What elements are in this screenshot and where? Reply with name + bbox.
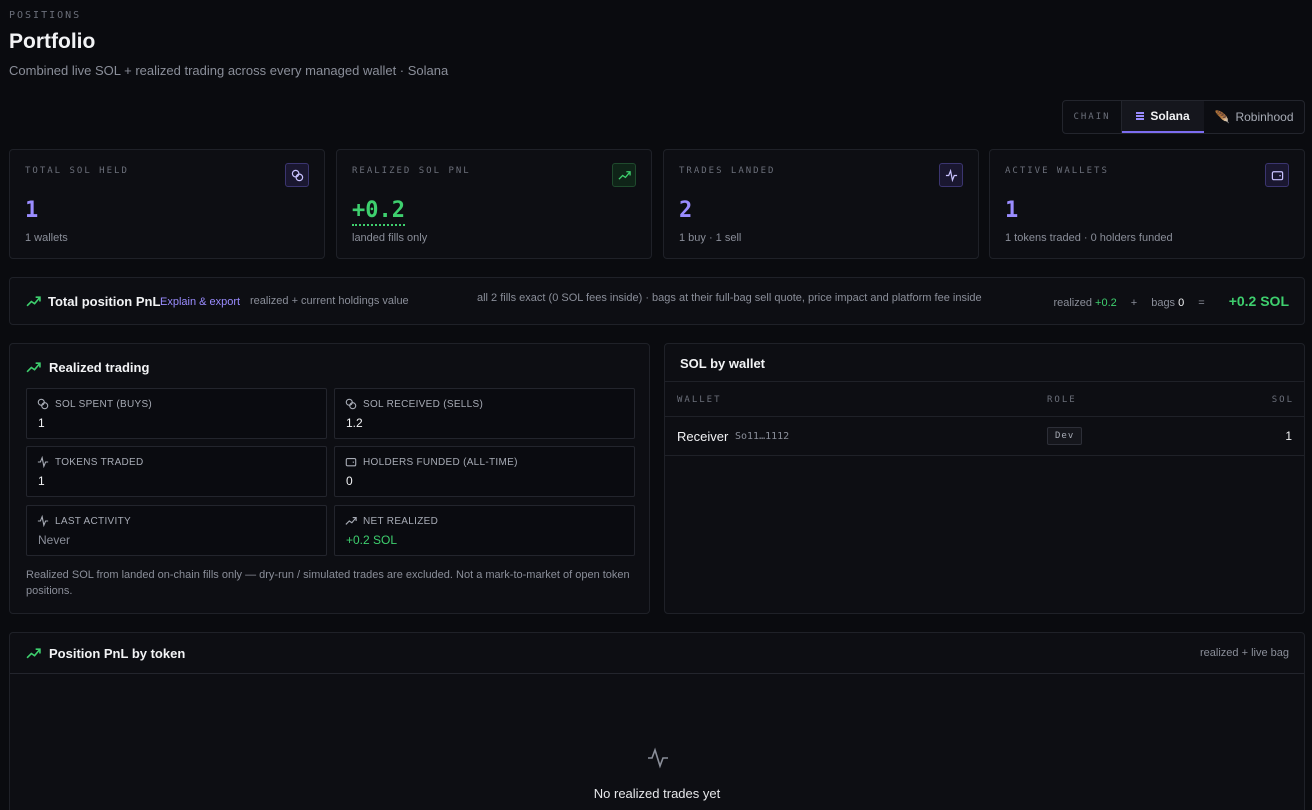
stat-label: REALIZED SOL PNL	[352, 166, 471, 176]
metric-sol-spent: SOL SPENT (BUYS) 1	[26, 388, 327, 439]
coins-icon	[285, 163, 309, 187]
stat-value: 2	[679, 198, 693, 223]
metric-label: SOL RECEIVED (SELLS)	[345, 398, 483, 410]
metric-holders-funded: HOLDERS FUNDED (ALL-TIME) 0	[334, 446, 635, 497]
trending-up-icon	[26, 648, 41, 659]
section-hint: realized + live bag	[1200, 647, 1289, 659]
metric-last-activity: LAST ACTIVITY Never	[26, 505, 327, 556]
chain-option-label: Robinhood	[1235, 110, 1294, 124]
stat-sub: 1 buy · 1 sell	[679, 232, 742, 244]
wallet-name: Receiver	[677, 429, 729, 444]
section-header: Realized trading	[26, 360, 149, 375]
plus-sign: +	[1130, 297, 1138, 309]
section-title: Realized trading	[49, 360, 150, 375]
stat-label: TOTAL SOL HELD	[25, 166, 129, 176]
column-header-role: ROLE	[1047, 395, 1077, 405]
metric-label: TOKENS TRADED	[37, 456, 144, 468]
activity-icon	[648, 747, 668, 769]
page-eyebrow: POSITIONS	[9, 10, 82, 21]
robinhood-feather-icon: 🪶	[1214, 110, 1230, 124]
page-subtitle: Combined live SOL + realized trading acr…	[9, 63, 449, 78]
stat-card-active-wallets: ACTIVE WALLETS 1 1 tokens traded · 0 hol…	[989, 149, 1305, 259]
realized-label: realized +0.2	[1053, 297, 1117, 309]
chain-option-solana[interactable]: Solana	[1122, 101, 1204, 133]
wallet-icon	[345, 458, 357, 467]
column-header-sol: SOL	[1271, 395, 1294, 405]
wallet-address: So11…1112	[735, 431, 790, 442]
stat-card-realized-pnl: REALIZED SOL PNL +0.2 landed fills only	[336, 149, 652, 259]
section-title: SOL by wallet	[680, 356, 766, 371]
metric-value: 1.2	[346, 416, 363, 430]
column-header-wallet: WALLET	[677, 395, 722, 405]
trending-up-icon	[345, 517, 357, 525]
metric-value: 1	[38, 474, 45, 488]
trending-up-icon	[26, 294, 41, 314]
pnl-summary: realized +0.2 + bags 0 = +0.2 SOL	[1053, 293, 1289, 309]
stat-value[interactable]: +0.2	[352, 198, 405, 226]
wallet-icon	[1265, 163, 1289, 187]
metric-value: 0	[346, 474, 353, 488]
stat-value: 1	[1005, 198, 1019, 223]
chain-label: CHAIN	[1063, 101, 1122, 133]
position-pnl-by-token-panel: Position PnL by token realized + live ba…	[9, 632, 1305, 810]
metric-label: LAST ACTIVITY	[37, 515, 131, 527]
sol-by-wallet-panel: SOL by wallet WALLET ROLE SOL Receiver S…	[664, 343, 1305, 614]
empty-state-text: No realized trades yet	[593, 786, 721, 801]
pnl-hint: realized + current holdings value	[250, 295, 409, 307]
wallet-sol: 1	[1285, 429, 1292, 443]
pnl-title: Total position PnL	[48, 294, 161, 309]
empty-state: No realized trades yet	[10, 673, 1304, 810]
total-pnl-bar: Total position PnL Explain & export real…	[9, 277, 1305, 325]
coins-icon	[37, 398, 49, 410]
metric-label: SOL SPENT (BUYS)	[37, 398, 152, 410]
realized-trading-panel: Realized trading SOL SPENT (BUYS) 1 SOL …	[9, 343, 650, 614]
trending-up-icon	[26, 362, 41, 373]
activity-icon	[939, 163, 963, 187]
metric-net-realized: NET REALIZED +0.2 SOL	[334, 505, 635, 556]
metric-label: NET REALIZED	[345, 515, 438, 527]
role-badge: Dev	[1047, 427, 1083, 445]
coins-icon	[345, 398, 357, 410]
activity-icon	[37, 515, 49, 527]
bags-label: bags 0	[1151, 297, 1185, 309]
section-title: Position PnL by token	[49, 646, 186, 661]
metric-value: +0.2 SOL	[346, 533, 398, 547]
explain-export-link[interactable]: Explain & export	[160, 296, 240, 308]
metric-sol-received: SOL RECEIVED (SELLS) 1.2	[334, 388, 635, 439]
stat-sub: 1 tokens traded · 0 holders funded	[1005, 232, 1173, 244]
metric-value: Never	[38, 533, 71, 547]
chain-option-robinhood[interactable]: 🪶 Robinhood	[1204, 101, 1304, 133]
metric-value: 1	[38, 416, 45, 430]
realized-note: Realized SOL from landed on-chain fills …	[26, 569, 630, 597]
stat-card-total-sol: TOTAL SOL HELD 1 1 wallets	[9, 149, 325, 259]
solana-icon	[1136, 112, 1145, 120]
section-header: Position PnL by token	[26, 646, 185, 661]
trending-up-icon	[612, 163, 636, 187]
total-pnl-value: +0.2 SOL	[1228, 293, 1289, 309]
stat-label: TRADES LANDED	[679, 166, 776, 176]
metric-tokens-traded: TOKENS TRADED 1	[26, 446, 327, 497]
chain-switch: CHAIN Solana 🪶 Robinhood	[1062, 100, 1305, 134]
chain-option-label: Solana	[1150, 109, 1190, 123]
table-header: WALLET ROLE SOL	[665, 381, 1304, 417]
stat-value: 1	[25, 198, 39, 223]
stat-label: ACTIVE WALLETS	[1005, 166, 1109, 176]
stat-sub: 1 wallets	[25, 232, 68, 244]
equals-sign: =	[1198, 297, 1205, 309]
stat-card-trades-landed: TRADES LANDED 2 1 buy · 1 sell	[663, 149, 979, 259]
bags-value: 0	[1178, 297, 1185, 309]
realized-value: +0.2	[1095, 297, 1117, 309]
pnl-note: all 2 fills exact (0 SOL fees inside) · …	[477, 292, 982, 304]
activity-icon	[37, 456, 49, 468]
table-row[interactable]: Receiver So11…1112 Dev 1	[665, 417, 1304, 456]
page-title: Portfolio	[9, 30, 96, 53]
stat-sub: landed fills only	[352, 232, 428, 244]
metric-label: HOLDERS FUNDED (ALL-TIME)	[345, 456, 518, 468]
